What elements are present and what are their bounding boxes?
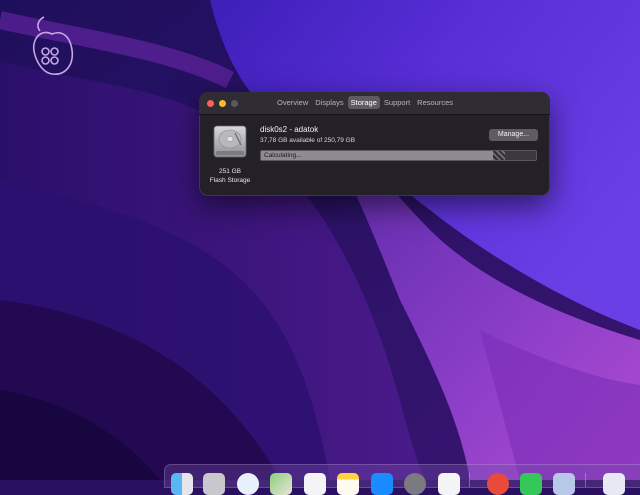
tab-displays[interactable]: Displays (312, 96, 346, 109)
window-titlebar[interactable]: Overview Displays Storage Support Resour… (199, 92, 550, 115)
about-this-mac-window: Overview Displays Storage Support Resour… (199, 92, 550, 196)
dock (164, 464, 640, 495)
hard-drive-icon (213, 125, 247, 158)
apple-logo-icon (32, 16, 74, 75)
close-button[interactable] (207, 100, 214, 107)
storage-usage-bar: Calculating... (260, 150, 537, 161)
desktop-wallpaper (0, 0, 640, 480)
chrome-icon[interactable] (487, 473, 509, 495)
disk-caption: 251 GB Flash Storage (201, 167, 259, 185)
dock-separator (585, 473, 586, 487)
disk-capacity: 251 GB (218, 168, 242, 175)
disk-type: Flash Storage (209, 177, 251, 184)
launchpad-icon[interactable] (203, 473, 225, 495)
maps-icon[interactable] (270, 473, 292, 495)
minimize-button[interactable] (219, 100, 226, 107)
disk-available-text: 37,78 GB available of 250,79 GB (260, 137, 356, 144)
preview-icon[interactable] (553, 473, 575, 495)
tab-storage[interactable]: Storage (347, 96, 380, 109)
tab-overview[interactable]: Overview (274, 96, 311, 109)
tab-support[interactable]: Support (381, 96, 413, 109)
storage-status-text: Calculating... (264, 152, 302, 159)
tab-resources[interactable]: Resources (414, 96, 456, 109)
tab-bar: Overview Displays Storage Support Resour… (274, 96, 456, 110)
system-preferences-icon[interactable] (404, 473, 426, 495)
finder-icon[interactable] (171, 473, 193, 495)
slack-icon[interactable] (438, 473, 460, 495)
zoom-button[interactable] (231, 100, 238, 107)
messages-icon[interactable] (520, 473, 542, 495)
manage-button[interactable]: Manage... (489, 129, 538, 141)
safari-icon[interactable] (237, 473, 259, 495)
disk-name: disk0s2 - adatok (260, 125, 319, 134)
storage-calculating-stripe (492, 151, 505, 160)
photos-icon[interactable] (304, 473, 326, 495)
app-store-icon[interactable] (371, 473, 393, 495)
dock-separator (469, 473, 470, 487)
document-icon[interactable] (603, 473, 625, 495)
notes-icon[interactable] (337, 473, 359, 495)
